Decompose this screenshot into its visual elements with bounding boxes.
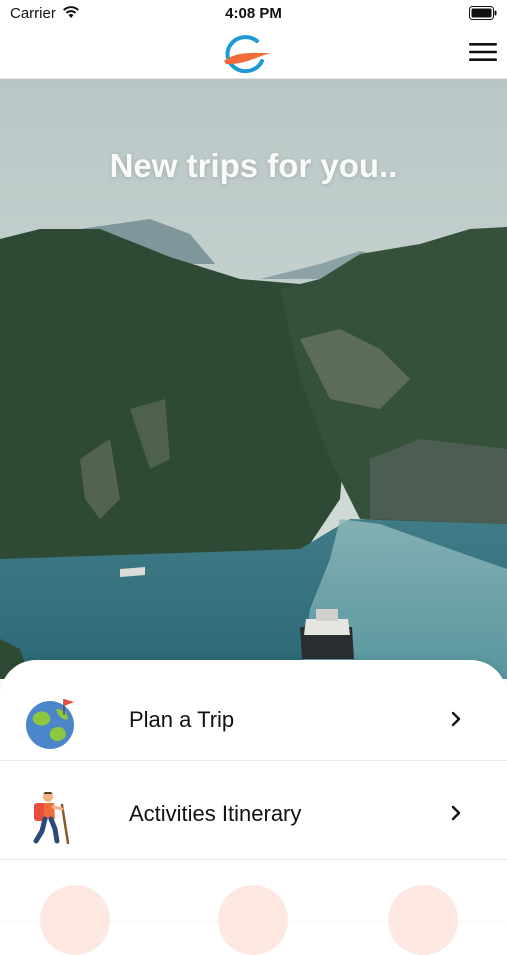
clock: 4:08 PM [225,5,282,22]
menu-item-partial[interactable] [218,885,288,955]
menu-card: Plan a Trip Activities Itinerary [0,660,507,920]
hero-banner: New trips for you.. [0,79,507,679]
menu-item-partial[interactable] [40,885,110,955]
menu-divider [0,859,507,860]
hamburger-menu-icon[interactable] [469,41,497,63]
battery-icon [469,6,497,20]
hero-title: New trips for you.. [109,147,398,184]
menu-item-label: Plan a Trip [129,707,235,732]
navigation-bar [0,28,507,79]
hiker-icon [33,792,70,845]
globe-icon [26,699,74,749]
menu-item-plan-trip[interactable]: Plan a Trip [0,671,507,769]
menu-item-partial[interactable] [388,885,458,955]
status-bar: Carrier 4:08 PM [0,0,507,28]
chevron-right-icon [451,711,461,727]
app-logo [224,35,271,74]
chevron-right-icon [451,805,461,821]
menu-item-label: Activities Itinerary [129,801,302,826]
menu-divider [0,760,507,761]
menu-item-activities-itinerary[interactable]: Activities Itinerary [0,765,507,863]
